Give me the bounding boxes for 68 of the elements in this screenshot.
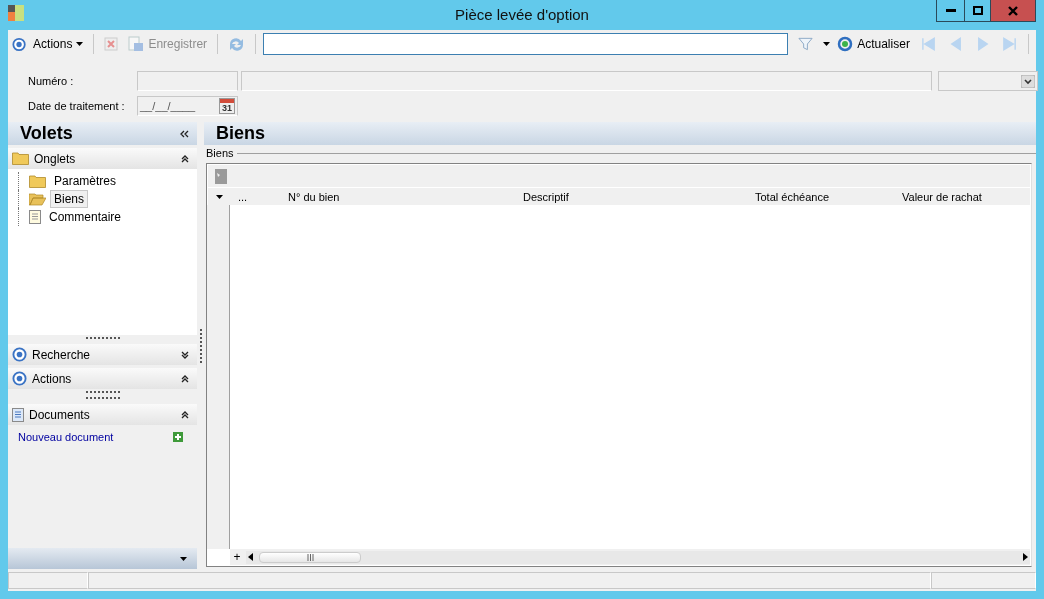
app-icon: [8, 5, 24, 21]
number-dropdown[interactable]: [938, 71, 1038, 91]
search-field[interactable]: [262, 33, 789, 55]
delete-icon: [104, 37, 119, 51]
grip-icon: [306, 553, 314, 561]
scroll-right-icon[interactable]: [1023, 553, 1028, 561]
panel-menu-caret-icon: [180, 556, 187, 561]
new-document-link[interactable]: Nouveau document: [18, 431, 114, 443]
add-icon[interactable]: [173, 432, 183, 442]
column-header[interactable]: N° du bien: [280, 190, 515, 203]
collapse-icon[interactable]: [181, 154, 189, 163]
add-row-button[interactable]: +: [230, 550, 244, 564]
tree-item[interactable]: Paramètres: [50, 172, 121, 190]
sync-icon: [228, 35, 246, 53]
section-header[interactable]: Recherche: [8, 344, 197, 365]
open-folder-icon: [29, 192, 46, 206]
document-icon: [29, 210, 41, 224]
actions-menu-button[interactable]: Actions: [30, 35, 87, 53]
minimize-icon: [945, 9, 956, 12]
dropdown-arrow-icon: [1021, 74, 1035, 88]
number-description-field[interactable]: [241, 71, 932, 91]
window-title: Pièce levée d'option: [455, 6, 589, 23]
collapse-panel-icon[interactable]: [180, 129, 189, 138]
save-icon: [128, 36, 145, 52]
column-header[interactable]: Descriptif: [515, 190, 747, 203]
folder-icon: [12, 152, 29, 165]
refresh-button[interactable]: Actualiser: [834, 34, 913, 54]
column-header[interactable]: ...: [230, 190, 280, 203]
horizontal-scrollbar[interactable]: [246, 550, 1030, 564]
collapse-icon[interactable]: [181, 374, 189, 383]
radio-ring-icon: [12, 371, 27, 386]
section-header[interactable]: Onglets: [8, 148, 197, 169]
date-label: Date de traitement :: [28, 100, 126, 112]
calendar-icon[interactable]: 31: [219, 98, 235, 114]
section-header[interactable]: Documents: [8, 404, 197, 425]
collapse-icon[interactable]: [181, 410, 189, 419]
content-title: Biens: [216, 123, 266, 144]
section-title: Onglets: [34, 151, 77, 166]
filter-caret-icon: [823, 42, 831, 46]
caret-icon: [76, 42, 84, 46]
tree-item[interactable]: Biens: [50, 190, 89, 208]
date-value: __/__/____: [140, 100, 196, 112]
documents-icon: [12, 407, 24, 422]
close-icon: [1008, 5, 1018, 16]
expand-icon[interactable]: [181, 350, 189, 359]
maximize-icon: [972, 6, 983, 15]
column-chooser-caret-icon: [215, 194, 223, 199]
image-icon[interactable]: [215, 168, 227, 184]
radio-ring-icon: [12, 347, 27, 362]
section-header[interactable]: Actions: [8, 368, 197, 389]
section-title: Recherche: [32, 347, 92, 362]
section-title: Documents: [29, 407, 91, 422]
filter-icon[interactable]: [798, 36, 814, 52]
panel-title: Volets: [20, 123, 73, 144]
number-field[interactable]: [137, 71, 238, 91]
section-title: Actions: [32, 371, 73, 386]
scroll-thumb[interactable]: [259, 551, 361, 563]
tree-item[interactable]: Commentaire: [45, 208, 126, 226]
column-header[interactable]: Valeur de rachat: [894, 190, 1030, 203]
radio-ring-icon: [12, 36, 27, 52]
folder-icon: [29, 174, 46, 188]
column-header[interactable]: Total échéance: [747, 190, 894, 203]
refresh-icon: [837, 36, 854, 52]
group-label: Biens: [206, 147, 234, 159]
scroll-left-icon[interactable]: [248, 553, 253, 561]
number-label: Numéro :: [28, 75, 75, 87]
date-field[interactable]: __/__/____ 31: [137, 96, 238, 116]
close-button[interactable]: [990, 0, 1035, 21]
